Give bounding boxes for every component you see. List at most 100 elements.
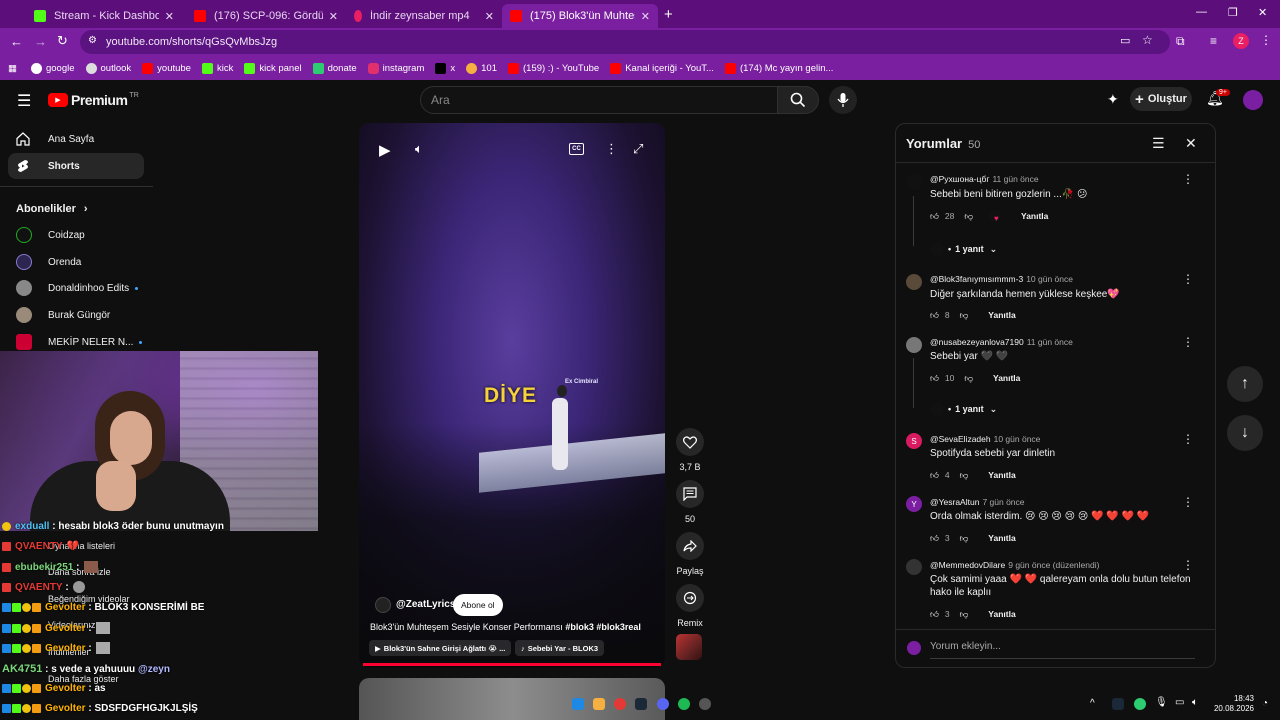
notification-center-icon[interactable]: ◔ <box>1262 698 1268 709</box>
create-button[interactable]: + Oluştur <box>1130 87 1192 111</box>
hamburger-menu-icon[interactable]: ☰ <box>17 91 31 111</box>
channel-handle[interactable]: @ZeatLyrics <box>396 599 455 610</box>
spotify-icon[interactable] <box>678 698 690 710</box>
thumbs-down-icon[interactable]: 👎︎ <box>960 533 969 544</box>
sidebar-item-shorts[interactable]: Shorts <box>8 153 144 179</box>
file-explorer-icon[interactable] <box>593 698 605 710</box>
back-icon[interactable]: ← <box>10 34 23 49</box>
thumbs-down-icon[interactable]: 👎︎ <box>964 373 973 384</box>
bookmark-donate[interactable]: donate <box>312 62 357 74</box>
bookmark-google[interactable]: google <box>30 62 75 74</box>
view-replies-button[interactable]: • 1 yanıt ⌄ <box>930 242 997 256</box>
thumbs-down-icon[interactable]: 👎︎ <box>960 470 969 481</box>
thumbs-up-icon[interactable]: 👍︎ <box>930 470 939 481</box>
comment-more-icon[interactable]: ⋮ <box>1182 272 1194 286</box>
bookmark-kick-panel[interactable]: kick panel <box>244 62 302 74</box>
add-comment-input[interactable]: Yorum ekleyin... <box>930 641 1195 659</box>
steam-icon[interactable] <box>635 698 647 710</box>
related-video-chip[interactable]: ▶ Blok3'ün Sahne Girişi Ağlattı 😭 ... <box>369 640 512 656</box>
comment-author[interactable]: @SevaElizadeh 10 gün önce <box>930 434 1040 444</box>
bookmark-youtube-159[interactable]: (159) :) - YouTube <box>507 62 599 74</box>
more-options-icon[interactable]: ⋮ <box>605 141 618 157</box>
comment-more-icon[interactable]: ⋮ <box>1182 558 1194 572</box>
bookmark-star-icon[interactable]: ☆ <box>1142 33 1153 47</box>
view-replies-button[interactable]: • 1 yanıt ⌄ <box>930 402 997 416</box>
sound-thumbnail[interactable] <box>676 634 702 660</box>
browser-tab[interactable]: Stream - Kick Dashboard ✕ <box>26 4 182 28</box>
video-progress-track[interactable] <box>363 663 661 666</box>
channel-avatar[interactable] <box>375 597 391 613</box>
close-icon[interactable]: ✕ <box>165 10 174 23</box>
thumbs-up-icon[interactable]: 👍︎ <box>930 211 939 222</box>
comment-author[interactable]: @Blok3fanıymısımmm-3 10 gün önce <box>930 274 1073 284</box>
reload-icon[interactable]: ↻ <box>57 33 68 49</box>
obs-icon[interactable] <box>699 698 711 710</box>
search-button[interactable] <box>777 86 819 114</box>
thumbs-up-icon[interactable]: 👍︎ <box>930 609 939 620</box>
bookmark-x[interactable]: x <box>435 62 455 74</box>
site-info-icon[interactable]: ⚙ <box>88 35 97 46</box>
tray-network-icon[interactable]: ▭ <box>1175 697 1184 708</box>
video-hashtags[interactable]: #blok3 #blok3real <box>565 622 641 632</box>
search-input[interactable]: Ara <box>420 86 778 114</box>
bookmark-kick[interactable]: kick <box>201 62 233 74</box>
new-tab-icon[interactable]: + <box>664 6 673 23</box>
browser-tab[interactable]: İndir zeynsaber mp4 ✕ <box>346 4 502 28</box>
thumbs-down-icon[interactable]: 👎︎ <box>960 310 969 321</box>
thumbs-up-icon[interactable]: 👍︎ <box>930 533 939 544</box>
captions-icon[interactable]: CC <box>569 143 584 155</box>
comment-avatar[interactable] <box>906 274 922 290</box>
share-button[interactable] <box>676 532 704 560</box>
bookmark-instagram[interactable]: instagram <box>367 62 424 74</box>
sidebar-subscription[interactable]: MEKİP NELER N... <box>16 332 143 352</box>
sort-icon[interactable]: ☰ <box>1152 135 1165 152</box>
browser-menu-icon[interactable]: ⋮ <box>1260 33 1272 47</box>
sound-chip[interactable]: ♪ Sebebi Yar - BLOK3 <box>515 640 605 656</box>
volume-icon[interactable]: 🔈︎ <box>415 141 423 157</box>
comment-more-icon[interactable]: ⋮ <box>1182 495 1194 509</box>
thumbs-up-icon[interactable]: 👍︎ <box>930 373 939 384</box>
subscriptions-heading[interactable]: Abonelikler › <box>16 203 88 215</box>
browser-tab-active[interactable]: (175) Blok3'ün Muhteşem Sesiyle ✕ <box>502 4 658 28</box>
thumbs-up-icon[interactable]: 👍︎ <box>930 310 939 321</box>
voice-search-button[interactable] <box>829 86 857 114</box>
tray-clock[interactable]: 18:43 20.08.2026 <box>1210 694 1254 714</box>
address-bar[interactable]: ⚙ youtube.com/shorts/qGsQvMbsJzg ▭ ☆ <box>80 30 1170 54</box>
previous-short-button[interactable]: ↑ <box>1227 366 1263 402</box>
chrome-icon[interactable] <box>614 698 626 710</box>
apps-icon[interactable]: ▦ <box>8 63 17 74</box>
reply-button[interactable]: Yanıtla <box>988 470 1015 480</box>
window-close-icon[interactable]: ✕ <box>1258 6 1267 19</box>
comment-avatar[interactable]: S <box>906 433 922 449</box>
comment-author[interactable]: @MemmedovDilare 9 gün önce (düzenlendi) <box>930 560 1099 570</box>
minimize-icon[interactable]: — <box>1196 6 1207 18</box>
youtube-logo[interactable]: ▶ Premium TR <box>48 92 139 108</box>
reply-button[interactable]: Yanıtla <box>993 373 1020 383</box>
bookmark-kanal[interactable]: Kanal içeriği - YouT... <box>610 62 714 74</box>
close-icon[interactable]: ✕ <box>485 10 494 23</box>
close-icon[interactable]: ✕ <box>641 10 650 23</box>
sidebar-subscription[interactable]: Donaldinhoo Edits <box>16 278 139 298</box>
discord-icon[interactable] <box>657 698 669 710</box>
subscribe-button[interactable]: Abone ol <box>453 594 503 616</box>
comment-avatar[interactable] <box>906 559 922 575</box>
tray-microphone-icon[interactable]: 🎙︎ <box>1155 697 1168 708</box>
tray-overflow-icon[interactable]: ^ <box>1090 698 1095 709</box>
restore-icon[interactable]: ❐ <box>1228 6 1238 19</box>
reply-button[interactable]: Yanıtla <box>988 310 1015 320</box>
sidebar-subscription[interactable]: Coidzap <box>16 225 85 245</box>
sidebar-subscription[interactable]: Burak Güngör <box>16 305 110 325</box>
play-icon[interactable]: ▶ <box>379 141 391 159</box>
comment-author[interactable]: @Рухшона-цбг 11 gün önce <box>930 174 1039 184</box>
bookmark-youtube[interactable]: youtube <box>142 62 191 74</box>
cast-icon[interactable]: ▭ <box>1120 34 1130 47</box>
profile-avatar[interactable]: Z <box>1233 33 1249 49</box>
browser-tab[interactable]: (176) SCP-096: Gördün ve Artık ✕ <box>186 4 346 28</box>
tray-app-icon[interactable] <box>1134 698 1146 710</box>
extensions-icon[interactable]: ⧉ <box>1176 34 1185 49</box>
comment-avatar[interactable] <box>906 337 922 353</box>
reply-button[interactable]: Yanıtla <box>1021 211 1048 221</box>
sidebar-item-home[interactable]: Ana Sayfa <box>8 126 144 152</box>
bookmark-101[interactable]: 101 <box>466 62 497 74</box>
comments-button[interactable] <box>676 480 704 508</box>
